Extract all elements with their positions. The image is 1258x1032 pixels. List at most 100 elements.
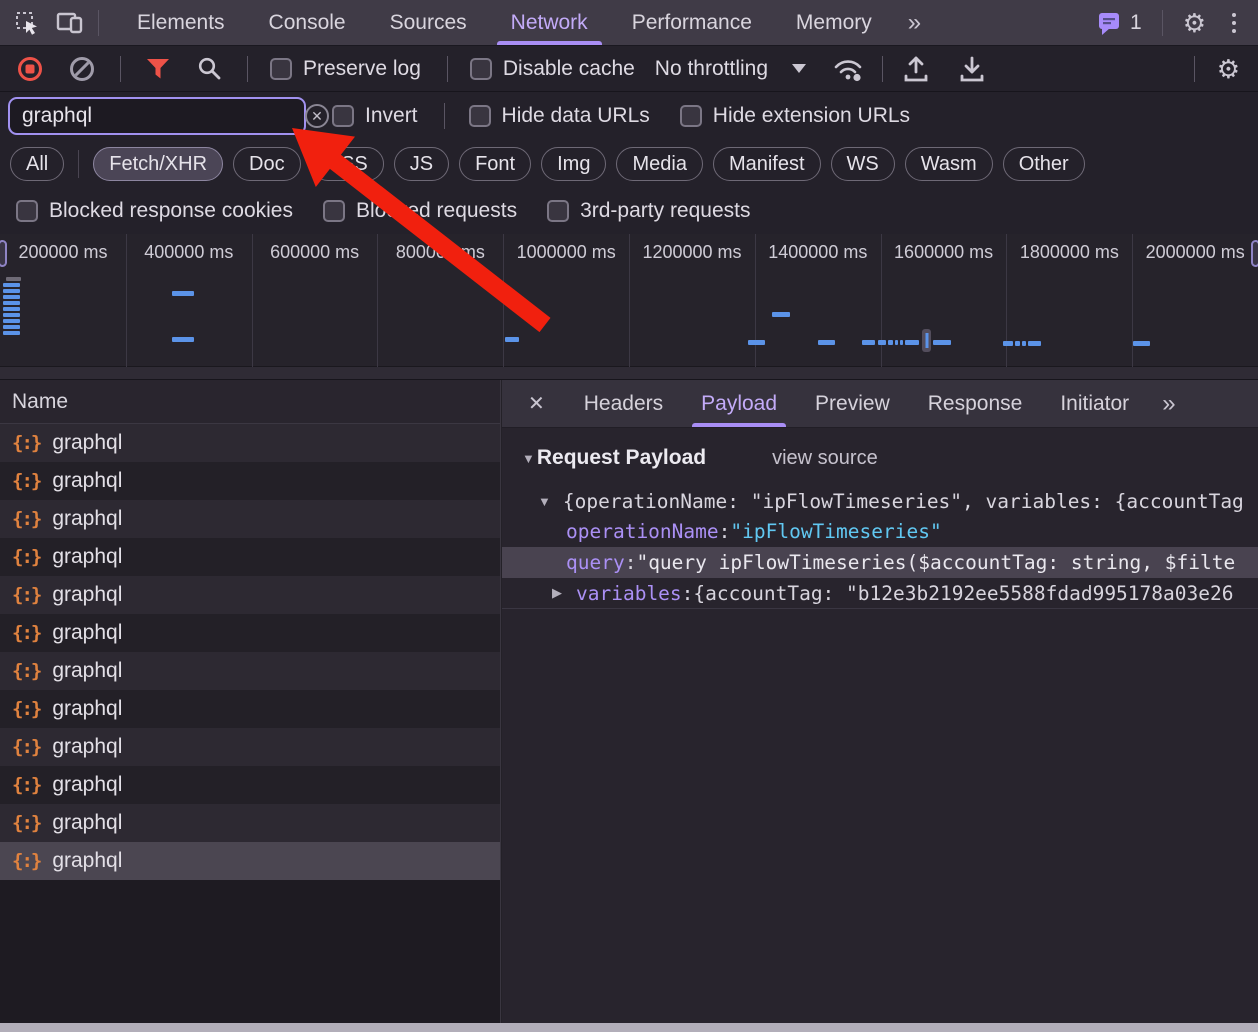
timeline-request-bar <box>3 325 20 329</box>
details-tab-headers[interactable]: Headers <box>565 380 682 427</box>
hide-extension-urls-label: Hide extension URLs <box>713 104 910 128</box>
record-network-log-button[interactable] <box>18 57 42 81</box>
tab-sources[interactable]: Sources <box>368 0 489 45</box>
request-row[interactable]: {:}graphql <box>0 842 500 880</box>
details-tab-initiator[interactable]: Initiator <box>1041 380 1148 427</box>
chip-doc[interactable]: Doc <box>233 147 301 181</box>
hide-extension-urls-checkbox[interactable] <box>680 105 702 127</box>
payload-row-query[interactable]: query: "query ipFlowTimeseries($accountT… <box>502 547 1258 578</box>
preserve-log-checkbox[interactable] <box>270 58 292 80</box>
throttling-dropdown[interactable]: No throttling <box>655 57 806 81</box>
blocked-response-cookies-checkbox[interactable] <box>16 200 38 222</box>
clear-network-log-icon[interactable] <box>70 57 94 81</box>
issues-counter[interactable]: 1 <box>1096 10 1142 36</box>
tabbar-divider <box>98 10 99 36</box>
timeline-request-bar <box>3 283 20 287</box>
json-braces-icon: {:} <box>12 850 40 872</box>
network-conditions-icon[interactable] <box>832 55 864 83</box>
overview-scrollbar-track[interactable] <box>0 366 1258 379</box>
collapse-triangle-icon[interactable]: ▼ <box>522 451 535 466</box>
details-tab-payload[interactable]: Payload <box>682 380 796 427</box>
requests-list: {:}graphql{:}graphql{:}graphql{:}graphql… <box>0 424 500 880</box>
payload-row-variables[interactable]: ▶variables: {accountTag: "b12e3b2192ee55… <box>502 578 1258 609</box>
network-toolbar: Preserve log Disable cache No throttling… <box>0 46 1258 92</box>
tab-elements[interactable]: Elements <box>115 0 247 45</box>
request-row[interactable]: {:}graphql <box>0 538 500 576</box>
payload-root-summary[interactable]: ▼ {operationName: "ipFlowTimeseries", va… <box>502 486 1258 516</box>
chip-fetch-xhr[interactable]: Fetch/XHR <box>93 147 223 181</box>
more-details-tabs-icon[interactable]: » <box>1148 390 1189 418</box>
json-braces-icon: {:} <box>12 584 40 606</box>
hide-data-urls-checkbox[interactable] <box>469 105 491 127</box>
blocked-requests-checkbox[interactable] <box>323 200 345 222</box>
inspect-element-icon[interactable] <box>14 10 40 36</box>
request-row[interactable]: {:}graphql <box>0 804 500 842</box>
close-details-icon[interactable]: ✕ <box>502 391 565 416</box>
export-har-icon[interactable] <box>959 55 985 83</box>
chip-ws[interactable]: WS <box>831 147 895 181</box>
tab-network[interactable]: Network <box>489 0 610 45</box>
request-row[interactable]: {:}graphql <box>0 690 500 728</box>
chip-other[interactable]: Other <box>1003 147 1085 181</box>
disable-cache-checkbox[interactable] <box>470 58 492 80</box>
request-row[interactable]: {:}graphql <box>0 652 500 690</box>
timeline-gridline <box>503 234 504 367</box>
import-har-icon[interactable] <box>903 55 929 83</box>
search-icon[interactable] <box>197 56 223 82</box>
tab-memory[interactable]: Memory <box>774 0 894 45</box>
chip-font[interactable]: Font <box>459 147 531 181</box>
request-row[interactable]: {:}graphql <box>0 728 500 766</box>
tab-performance[interactable]: Performance <box>610 0 774 45</box>
chip-css[interactable]: CSS <box>311 147 384 181</box>
device-toolbar-icon[interactable] <box>56 11 84 35</box>
chip-js[interactable]: JS <box>394 147 449 181</box>
invert-checkbox[interactable] <box>332 105 354 127</box>
request-row[interactable]: {:}graphql <box>0 576 500 614</box>
json-braces-icon: {:} <box>12 736 40 758</box>
timeline-gridline <box>1006 234 1007 367</box>
request-row[interactable]: {:}graphql <box>0 766 500 804</box>
expand-triangle-icon[interactable]: ▶ <box>552 585 562 601</box>
filter-input[interactable] <box>10 104 305 128</box>
view-source-link[interactable]: view source <box>772 447 878 470</box>
timeline-request-bar <box>1133 341 1150 346</box>
timeline-request-bar <box>3 295 20 299</box>
timeline-request-bar <box>3 313 20 317</box>
payload-row-operationname[interactable]: operationName: "ipFlowTimeseries" <box>502 516 1258 547</box>
chip-img[interactable]: Img <box>541 147 606 181</box>
request-payload-section: ▼ Request Payload view source <box>502 442 1258 474</box>
request-name: graphql <box>52 659 122 683</box>
details-tab-preview[interactable]: Preview <box>796 380 909 427</box>
request-name: graphql <box>52 697 122 721</box>
settings-gear-icon[interactable]: ⚙ <box>1183 10 1206 36</box>
third-party-requests-label: 3rd-party requests <box>580 199 750 223</box>
request-row[interactable]: {:}graphql <box>0 424 500 462</box>
filter-input-wrap: ✕ <box>8 97 306 135</box>
throttling-value: No throttling <box>655 57 768 81</box>
chips-divider <box>78 150 79 178</box>
issues-count: 1 <box>1130 11 1142 35</box>
tabbar-right-divider <box>1162 10 1163 36</box>
request-row[interactable]: {:}graphql <box>0 500 500 538</box>
chip-media[interactable]: Media <box>616 147 702 181</box>
clear-filter-icon[interactable]: ✕ <box>305 104 329 128</box>
filter-icon[interactable] <box>145 57 171 81</box>
details-tab-response[interactable]: Response <box>909 380 1042 427</box>
tab-console[interactable]: Console <box>247 0 368 45</box>
network-settings-gear-icon[interactable]: ⚙ <box>1217 56 1240 82</box>
more-panels-icon[interactable]: » <box>894 9 935 37</box>
filter-row: ✕ Invert Hide data URLs Hide extension U… <box>0 92 1258 140</box>
network-overview-timeline[interactable]: 200000 ms400000 ms600000 ms800000 ms1000… <box>0 234 1258 380</box>
third-party-requests-checkbox[interactable] <box>547 200 569 222</box>
chip-manifest[interactable]: Manifest <box>713 147 821 181</box>
kebab-menu-icon[interactable] <box>1226 11 1242 35</box>
request-row[interactable]: {:}graphql <box>0 462 500 500</box>
name-column-header[interactable]: Name <box>0 380 500 424</box>
chip-wasm[interactable]: Wasm <box>905 147 993 181</box>
payload-key: variables <box>576 582 682 605</box>
timeline-request-bar <box>772 312 790 317</box>
timeline-request-bar <box>6 277 21 281</box>
request-row[interactable]: {:}graphql <box>0 614 500 652</box>
chip-all[interactable]: All <box>10 147 64 181</box>
request-type-chips: All Fetch/XHR Doc CSS JS Font Img Media Manifest… <box>0 140 1258 188</box>
